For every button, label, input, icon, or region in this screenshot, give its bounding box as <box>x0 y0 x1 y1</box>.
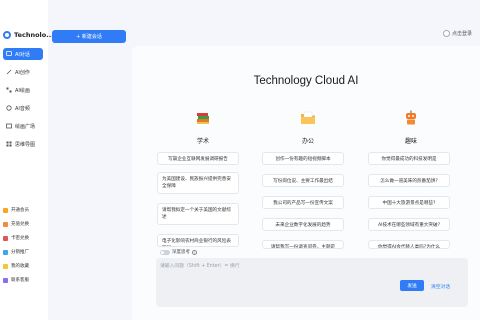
sidebar-item-label: AI创作 <box>15 69 30 76</box>
column-label-academic: 学术 <box>196 138 209 145</box>
sidebar-item-label: 分销推广 <box>11 250 29 255</box>
sidebar-item-membership[interactable]: 开通会员 <box>3 205 29 215</box>
send-button[interactable]: 发送 <box>400 280 424 291</box>
pen-icon <box>6 69 12 75</box>
main-panel: Technology Cloud AI 学术 办公 趣味 写篇企业互联网发展调研… <box>132 46 480 320</box>
brand[interactable]: Technolo... <box>3 30 54 40</box>
sidebar-item-label: AI绘画 <box>15 87 30 94</box>
recharge-icon <box>3 221 8 227</box>
login-link[interactable]: 点击登录 <box>442 30 472 37</box>
sidebar-item-ai-chat[interactable]: AI对话 <box>3 48 43 60</box>
sidebar: Technolo... AI对话 AI创作 AI绘画 AI音频 绘画广场 思维导… <box>0 0 54 320</box>
books-icon <box>195 110 211 126</box>
sidebar-item-label: 思维导图 <box>15 141 36 148</box>
sidebar-item-distribution[interactable]: 分销推广 <box>3 247 29 257</box>
sidebar-item-ai-paint[interactable]: AI绘画 <box>3 84 43 96</box>
sidebar-item-mindmap[interactable]: 思维导图 <box>3 138 43 150</box>
new-chat-button[interactable]: + 新建会话 <box>52 30 126 43</box>
chat-bubble-icon <box>6 51 12 57</box>
sidebar-item-label: AI音频 <box>15 105 30 112</box>
sidebar-item-favorites[interactable]: 我的收藏 <box>3 261 29 271</box>
folder-icon <box>300 110 316 126</box>
robot-icon <box>403 110 419 126</box>
card-code-icon <box>3 235 8 241</box>
sidebar-item-support[interactable]: 联系客服 <box>3 275 29 285</box>
prompt-card[interactable]: 请帮我写一份调查问卷，主题是 <box>262 240 344 249</box>
login-label: 点击登录 <box>451 31 472 37</box>
mindmap-icon <box>6 141 12 147</box>
grid-icon <box>6 87 12 93</box>
prompt-card[interactable]: 我公司的产品写一份宣传文案 <box>262 196 344 209</box>
service-icon <box>3 277 8 283</box>
prompt-card[interactable]: 你觉得AI会代替人类吗?为什么 <box>368 240 450 249</box>
sidebar-item-recharge[interactable]: 充值兑换 <box>3 219 29 229</box>
sidebar-item-label: 绘画广场 <box>15 123 36 130</box>
sidebar-item-label: AI对话 <box>15 51 30 58</box>
sidebar-item-gallery[interactable]: 绘画广场 <box>3 120 43 132</box>
prompt-card[interactable]: 请帮我拟定一个关于美国的文献综述 <box>157 203 239 225</box>
deep-thinking-label: 深度思考 <box>172 250 190 255</box>
column-label-fun: 趣味 <box>404 138 417 145</box>
sidebar-item-label: 联系客服 <box>11 278 29 283</box>
avatar-icon <box>442 30 450 37</box>
deep-thinking-toggle[interactable]: 深度思考 i <box>160 249 197 255</box>
prompt-card[interactable]: 电子化影响农村商业银行的风险表现吗 <box>157 234 239 247</box>
prompt-card[interactable]: 写篇企业互联网发展调研报告 <box>157 152 239 165</box>
toggle-switch[interactable] <box>160 249 170 255</box>
app-name: Technolo... <box>14 31 54 39</box>
sidebar-item-card-code[interactable]: 卡密兑换 <box>3 233 29 243</box>
star-icon <box>3 263 8 269</box>
column-label-office: 办公 <box>301 138 314 145</box>
logo-icon <box>3 31 11 39</box>
chat-input-placeholder: 请输入问题（Shift + Enter）= 换行 <box>160 264 240 269</box>
audio-icon <box>6 105 12 111</box>
prompt-card[interactable]: 创作一份有趣的短视频脚本 <box>262 152 344 165</box>
info-icon[interactable]: i <box>192 249 197 255</box>
share-icon <box>3 249 8 255</box>
prompt-card[interactable]: 中国十大旅游景点是哪些? <box>368 196 450 209</box>
prompt-card[interactable]: 为美国建设、民族振兴提供完善安全保障 <box>157 172 239 194</box>
sidebar-item-label: 开通会员 <box>11 208 29 213</box>
page-title: Technology Cloud AI <box>253 75 359 87</box>
prompt-card[interactable]: 怎么做一道美味的煎番茄饼? <box>368 174 450 187</box>
sidebar-item-label: 卡密兑换 <box>11 236 29 241</box>
sidebar-item-ai-audio[interactable]: AI音频 <box>3 102 43 114</box>
clear-chat-link[interactable]: 清空对话 <box>431 283 450 290</box>
prompt-card[interactable]: AI技术在哪些领域有重大突破? <box>368 218 450 231</box>
sidebar-item-ai-write[interactable]: AI创作 <box>3 66 43 78</box>
member-icon <box>3 207 8 213</box>
sidebar-item-label: 我的收藏 <box>11 264 29 269</box>
sidebar-item-label: 充值兑换 <box>11 222 29 227</box>
prompt-card[interactable]: 你觉得最成功的科技发明是 <box>368 152 450 165</box>
prompt-card[interactable]: 未来企业数字化发展的趋势 <box>262 218 344 231</box>
image-gallery-icon <box>6 123 12 129</box>
prompt-card[interactable]: 写份岗位说、主要工作最出结 <box>262 174 344 187</box>
